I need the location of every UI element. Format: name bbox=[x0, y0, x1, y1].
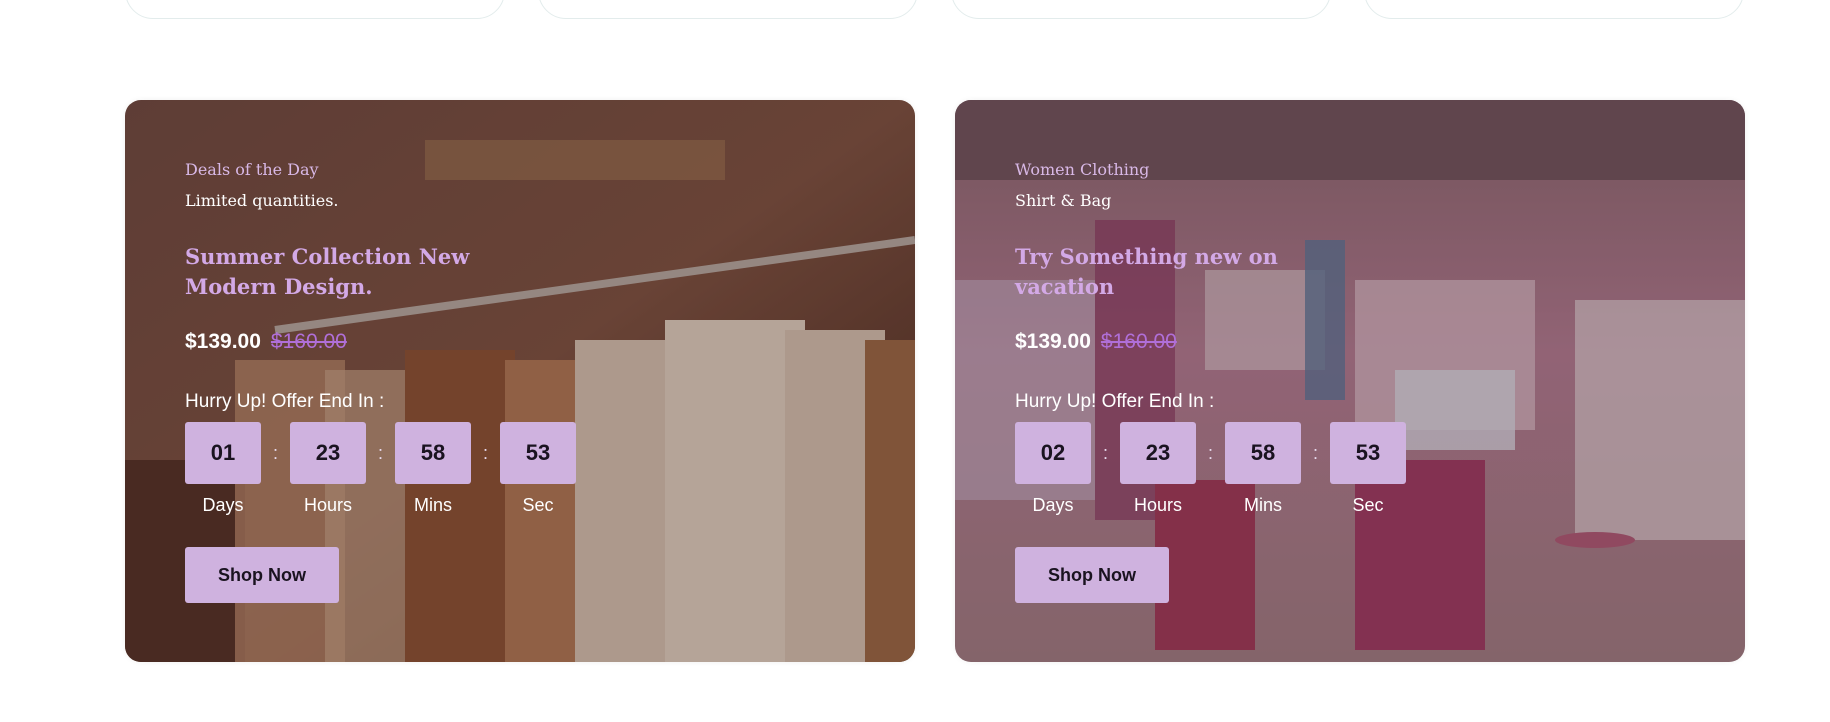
price-row: $139.00 $160.00 bbox=[1015, 330, 1177, 354]
timer-sec-value: 53 bbox=[1330, 422, 1406, 484]
timer-separator: : bbox=[1207, 443, 1213, 463]
timer-mins-label: Mins bbox=[413, 495, 452, 515]
timer-mins-value: 58 bbox=[1225, 422, 1301, 484]
top-card-1 bbox=[125, 0, 505, 19]
top-card-2 bbox=[538, 0, 918, 19]
timer-days-label: Days bbox=[1032, 495, 1074, 515]
deal-headline: Try Something new on vacation bbox=[1015, 244, 1278, 299]
timer-sec: 53 Sec bbox=[500, 422, 576, 516]
deal-eyebrow: Women Clothing bbox=[1015, 160, 1150, 179]
timer-separator: : bbox=[1102, 443, 1108, 463]
timer-days: 01 Days bbox=[185, 422, 261, 516]
timer-separator: : bbox=[1312, 443, 1318, 463]
timer-sec-value: 53 bbox=[500, 422, 576, 484]
timer-days: 02 Days bbox=[1015, 422, 1091, 516]
sale-price: $139.00 bbox=[185, 330, 261, 353]
deal-subhead: Limited quantities. bbox=[185, 191, 339, 210]
deal-card-summer: Deals of the Day Limited quantities. Sum… bbox=[125, 100, 915, 662]
original-price: $160.00 bbox=[270, 330, 347, 353]
top-card-3 bbox=[951, 0, 1331, 19]
deal-subhead: Shirt & Bag bbox=[1015, 191, 1112, 210]
timer-hours-value: 23 bbox=[290, 422, 366, 484]
shop-now-button[interactable]: Shop Now bbox=[185, 547, 339, 603]
countdown-timer: 01 Days : 23 Hours : 58 Mins : 53 Sec bbox=[185, 422, 576, 516]
timer-mins-value: 58 bbox=[395, 422, 471, 484]
timer-hours: 23 Hours bbox=[290, 422, 366, 516]
offer-countdown-label: Hurry Up! Offer End In : bbox=[185, 391, 385, 412]
deal-eyebrow: Deals of the Day bbox=[185, 160, 319, 179]
timer-days-value: 02 bbox=[1015, 422, 1091, 484]
timer-hours-label: Hours bbox=[1133, 495, 1182, 515]
timer-separator: : bbox=[272, 443, 278, 463]
sale-price: $139.00 bbox=[1015, 330, 1091, 353]
timer-days-label: Days bbox=[202, 495, 244, 515]
countdown-timer: 02 Days : 23 Hours : 58 Mins : 53 Sec bbox=[1015, 422, 1406, 516]
timer-sec: 53 Sec bbox=[1330, 422, 1406, 516]
timer-hours-label: Hours bbox=[303, 495, 352, 515]
offer-countdown-label: Hurry Up! Offer End In : bbox=[1015, 391, 1215, 412]
original-price: $160.00 bbox=[1100, 330, 1177, 353]
deal-headline: Summer Collection New Modern Design. bbox=[185, 244, 470, 299]
top-card-4 bbox=[1364, 0, 1744, 19]
price-row: $139.00 $160.00 bbox=[185, 330, 347, 354]
timer-separator: : bbox=[482, 443, 488, 463]
timer-sec-label: Sec bbox=[1352, 495, 1384, 515]
timer-mins-label: Mins bbox=[1243, 495, 1282, 515]
timer-hours-value: 23 bbox=[1120, 422, 1196, 484]
shop-now-button[interactable]: Shop Now bbox=[1015, 547, 1169, 603]
deal-card-women-clothing: Women Clothing Shirt & Bag Try Something… bbox=[955, 100, 1745, 662]
timer-days-value: 01 bbox=[185, 422, 261, 484]
timer-hours: 23 Hours bbox=[1120, 422, 1196, 516]
timer-mins: 58 Mins bbox=[1225, 422, 1301, 516]
timer-separator: : bbox=[377, 443, 383, 463]
timer-sec-label: Sec bbox=[522, 495, 554, 515]
timer-mins: 58 Mins bbox=[395, 422, 471, 516]
